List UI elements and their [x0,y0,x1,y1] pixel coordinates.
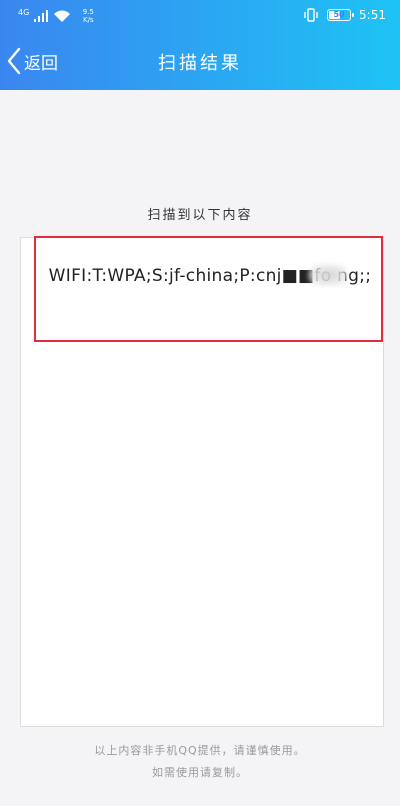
network-speed-unit: K/s [82,16,94,24]
status-time: 5:51 [359,8,386,22]
vibrate-icon [304,8,318,22]
status-bar-right: 50 5:51 [303,8,386,22]
battery-icon: 50 [327,9,355,21]
disclaimer-line-1: 以上内容非手机QQ提供，请谨慎使用。 [94,744,306,757]
status-bar-left: 4G 9.5 K/s [18,7,95,25]
status-bar: 4G 9.5 K/s 50 5:51 [0,0,400,34]
network-type: 4G [18,7,30,17]
network-speed: 9.5 K/s [81,8,95,24]
app-header: 4G 9.5 K/s 50 5:51 返回 扫描结果 [0,0,400,90]
wifi-icon [54,10,71,22]
nav-bar: 返回 扫描结果 [0,34,400,90]
result-intro: 扫描到以下内容 [147,208,253,223]
network-speed-value: 9.5 [82,8,94,16]
highlight-box [34,236,383,342]
battery-level: 50 [333,10,345,19]
page-title: 扫描结果 [158,53,242,74]
disclaimer: 以上内容非手机QQ提供，请谨慎使用。 如需使用请复制。 [0,740,400,784]
signal-icon [34,10,49,22]
disclaimer-line-2: 如需使用请复制。 [152,766,248,779]
